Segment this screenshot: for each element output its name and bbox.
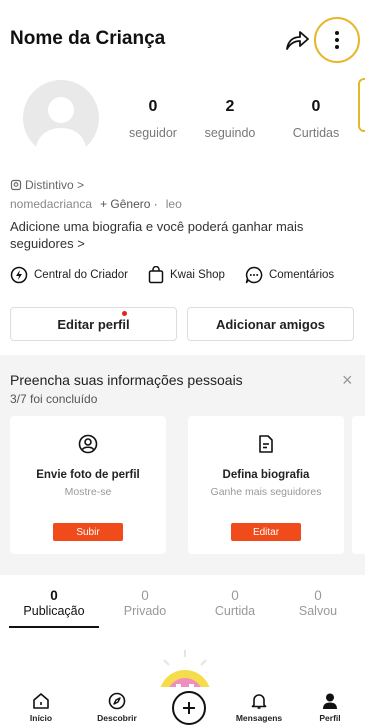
close-icon[interactable]: × (342, 370, 353, 391)
nav-home-label: Início (29, 713, 53, 723)
comments-link[interactable]: Comentários (245, 266, 334, 284)
edit-bio-button[interactable]: Editar (231, 523, 301, 541)
share-icon (286, 31, 309, 50)
likes-label: Curtidas (292, 126, 340, 140)
kwai-shop-link[interactable]: Kwai Shop (148, 266, 225, 284)
set-bio-card[interactable]: Defina biografia Ganhe mais seguidores E… (188, 416, 344, 554)
upload-button[interactable]: Subir (53, 523, 123, 541)
completion-progress: 3/7 foi concluído (10, 392, 98, 406)
profile-info-row: nomedacrianca + Gênero · leo (10, 197, 182, 211)
tab-liked[interactable]: 0 Curtida (190, 588, 280, 618)
private-count: 0 (141, 588, 149, 603)
person-icon (323, 693, 337, 709)
liked-count: 0 (231, 588, 239, 603)
more-vertical-icon (335, 31, 339, 49)
compass-icon (108, 692, 126, 710)
page-title: Nome da Criança (10, 28, 166, 49)
create-button[interactable] (172, 691, 206, 725)
publications-label: Publicação (23, 604, 85, 618)
default-avatar-icon (35, 97, 87, 156)
nav-discover[interactable]: Descobrir (80, 692, 154, 723)
creator-center-label: Central do Criador (34, 269, 128, 281)
tab-saved[interactable]: 0 Salvou (273, 588, 363, 618)
share-button[interactable] (284, 27, 310, 53)
nav-discover-label: Descobrir (97, 713, 137, 723)
more-options-button[interactable] (314, 17, 360, 63)
badge-icon (10, 179, 22, 191)
following-label: seguindo (204, 126, 256, 140)
kwai-shop-label: Kwai Shop (169, 269, 225, 281)
set-bio-subtitle: Ganhe mais seguidores (210, 486, 322, 498)
profile-header: Nome da Criança (0, 0, 365, 80)
badge-label: Distintivo > (25, 178, 85, 192)
active-tab-indicator (9, 626, 99, 628)
badge-link[interactable]: Distintivo > (10, 178, 84, 192)
nav-messages[interactable]: Mensagens (222, 692, 296, 723)
add-friends-label: Adicionar amigos (215, 316, 326, 332)
upload-photo-title: Envie foto de perfil (36, 469, 140, 481)
tab-private[interactable]: 0 Privado (100, 588, 190, 618)
creator-center-link[interactable]: Central do Criador (10, 266, 128, 284)
creator-links: Central do Criador Kwai Shop Comentários (10, 266, 334, 284)
stat-likes[interactable]: 0 Curtidas (276, 98, 356, 140)
plus-icon (183, 702, 195, 714)
profile-photo-icon (78, 434, 98, 454)
followers-count: 0 (148, 98, 158, 115)
nav-profile-label: Perfil (319, 713, 341, 723)
comments-label: Comentários (268, 269, 335, 281)
bell-icon (251, 694, 267, 709)
liked-label: Curtida (214, 604, 256, 618)
stat-following[interactable]: 2 seguindo (190, 98, 270, 140)
chat-bubble-icon (245, 266, 263, 284)
username: nomedacrianca (10, 197, 93, 211)
publications-count: 0 (50, 588, 58, 603)
upload-photo-card[interactable]: Envie foto de perfil Mostre-se Subir (10, 416, 166, 554)
highlight-marker (358, 78, 365, 132)
private-label: Privado (123, 604, 167, 618)
tab-publications[interactable]: 0 Publicação (9, 588, 99, 618)
shopping-bag-icon (148, 266, 164, 284)
likes-count: 0 (311, 98, 321, 115)
bio-prompt[interactable]: Adicione uma biografia e você poderá gan… (10, 218, 340, 252)
add-gender-link[interactable]: + Gênero · (100, 197, 158, 211)
document-icon (259, 435, 273, 453)
stat-followers[interactable]: 0 seguidor (113, 98, 193, 140)
nav-home[interactable]: Início (4, 692, 78, 723)
add-friends-button[interactable]: Adicionar amigos (187, 307, 354, 341)
upload-photo-subtitle: Mostre-se (64, 486, 112, 498)
following-count: 2 (225, 98, 235, 115)
edit-profile-label: Editar perfil (57, 316, 130, 332)
notification-dot (122, 311, 127, 316)
profile-extra-text: leo (165, 197, 182, 211)
saved-count: 0 (314, 588, 322, 603)
avatar[interactable] (23, 80, 99, 156)
set-bio-title: Defina biografia (222, 469, 310, 481)
edit-profile-button[interactable]: Editar perfil (10, 307, 177, 341)
home-icon (33, 693, 49, 709)
followers-label: seguidor (129, 126, 177, 140)
next-card-peek[interactable] (352, 416, 365, 554)
completion-title: Preencha suas informações pessoais (10, 372, 243, 388)
nav-profile[interactable]: Perfil (293, 692, 365, 723)
nav-messages-label: Mensagens (235, 713, 283, 723)
saved-label: Salvou (298, 604, 338, 618)
lightning-icon (10, 266, 28, 284)
